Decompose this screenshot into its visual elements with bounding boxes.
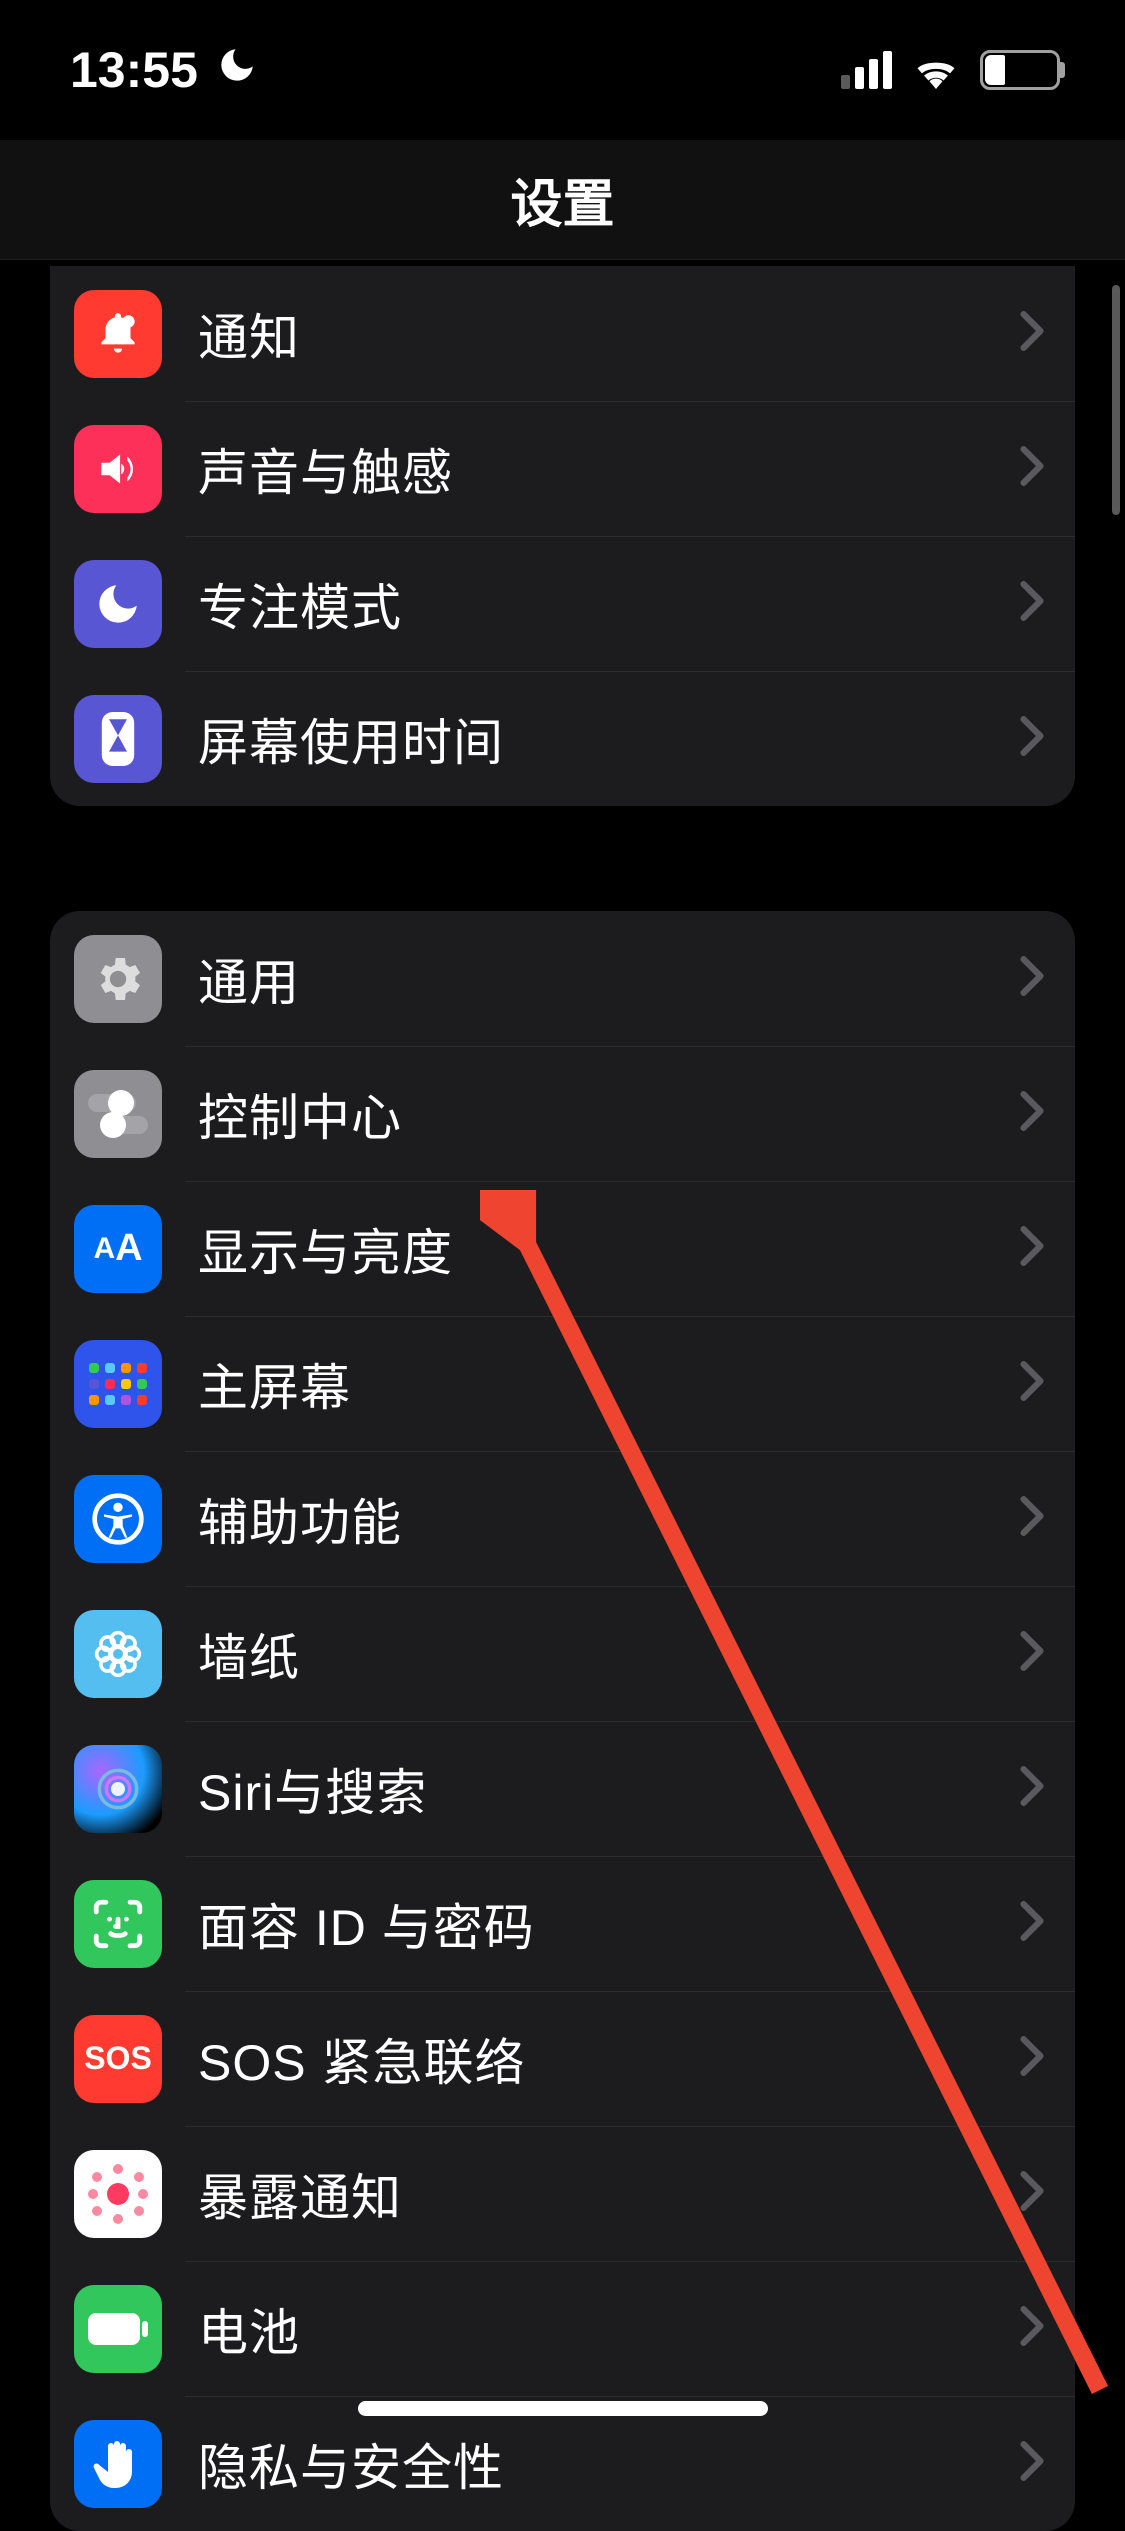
switches-icon (74, 1070, 162, 1158)
row-label: 隐私与安全性 (198, 2428, 1019, 2500)
gear-icon (74, 935, 162, 1023)
chevron-right-icon (1019, 1900, 1045, 1947)
page-title: 设置 (510, 162, 614, 237)
row-label: Siri与搜索 (198, 1753, 1019, 1825)
chevron-right-icon (1019, 310, 1045, 357)
battery-icon (74, 2285, 162, 2373)
chevron-right-icon (1019, 2305, 1045, 2352)
moon-icon (74, 560, 162, 648)
row-label: 辅助功能 (198, 1483, 1019, 1555)
row-label: 显示与亮度 (198, 1213, 1019, 1285)
hourglass-icon (74, 695, 162, 783)
accessibility-icon (74, 1475, 162, 1563)
chevron-right-icon (1019, 2440, 1045, 2487)
battery-indicator: 27 (980, 50, 1065, 90)
row-sounds-haptics[interactable]: 声音与触感 (50, 401, 1075, 536)
settings-group-notifications: 通知 声音与触感 专注模式 屏幕使用时间 (50, 266, 1075, 806)
dnd-moon-icon (216, 44, 258, 97)
row-label: 通知 (198, 298, 1019, 370)
row-label: 主屏幕 (198, 1348, 1019, 1420)
row-label: 控制中心 (198, 1078, 1019, 1150)
row-label: 面容 ID 与密码 (198, 1888, 1019, 1960)
apps-grid-icon (74, 1340, 162, 1428)
row-label: SOS 紧急联络 (198, 2023, 1019, 2095)
row-screen-time[interactable]: 屏幕使用时间 (50, 671, 1075, 806)
wifi-icon (910, 50, 962, 90)
row-focus[interactable]: 专注模式 (50, 536, 1075, 671)
row-privacy-security[interactable]: 隐私与安全性 (50, 2396, 1075, 2531)
row-exposure-notifications[interactable]: 暴露通知 (50, 2126, 1075, 2261)
row-label: 屏幕使用时间 (198, 703, 1019, 775)
row-label: 电池 (198, 2293, 1019, 2365)
chevron-right-icon (1019, 445, 1045, 492)
row-control-center[interactable]: 控制中心 (50, 1046, 1075, 1181)
speaker-icon (74, 425, 162, 513)
row-display-brightness[interactable]: AA 显示与亮度 (50, 1181, 1075, 1316)
flower-icon (74, 1610, 162, 1698)
chevron-right-icon (1019, 955, 1045, 1002)
aa-icon: AA (74, 1205, 162, 1293)
row-faceid-passcode[interactable]: 面容 ID 与密码 (50, 1856, 1075, 1991)
cellular-signal-icon (841, 51, 892, 89)
scroll-indicator[interactable] (1112, 285, 1120, 515)
chevron-right-icon (1019, 2035, 1045, 2082)
siri-icon (74, 1745, 162, 1833)
exposure-icon (74, 2150, 162, 2238)
row-home-screen[interactable]: 主屏幕 (50, 1316, 1075, 1451)
row-siri-search[interactable]: Siri与搜索 (50, 1721, 1075, 1856)
status-time: 13:55 (70, 41, 198, 99)
settings-group-general: 通用 控制中心 AA 显示与亮度 主屏幕 辅助功能 (50, 911, 1075, 2531)
chevron-right-icon (1019, 1765, 1045, 1812)
row-label: 声音与触感 (198, 433, 1019, 505)
row-general[interactable]: 通用 (50, 911, 1075, 1046)
nav-bar: 设置 (0, 140, 1125, 260)
faceid-icon (74, 1880, 162, 1968)
chevron-right-icon (1019, 715, 1045, 762)
chevron-right-icon (1019, 580, 1045, 627)
row-label: 通用 (198, 943, 1019, 1015)
row-accessibility[interactable]: 辅助功能 (50, 1451, 1075, 1586)
sos-icon: SOS (74, 2015, 162, 2103)
row-label: 墙纸 (198, 1618, 1019, 1690)
chevron-right-icon (1019, 1495, 1045, 1542)
battery-percent: 27 (1006, 55, 1035, 86)
chevron-right-icon (1019, 1630, 1045, 1677)
row-battery[interactable]: 电池 (50, 2261, 1075, 2396)
status-left: 13:55 (70, 41, 258, 99)
row-label: 专注模式 (198, 568, 1019, 640)
chevron-right-icon (1019, 1225, 1045, 1272)
bell-icon (74, 290, 162, 378)
chevron-right-icon (1019, 2170, 1045, 2217)
row-notifications[interactable]: 通知 (50, 266, 1075, 401)
chevron-right-icon (1019, 1360, 1045, 1407)
row-sos[interactable]: SOS SOS 紧急联络 (50, 1991, 1075, 2126)
hand-icon (74, 2420, 162, 2508)
row-label: 暴露通知 (198, 2158, 1019, 2230)
status-bar: 13:55 27 (0, 0, 1125, 140)
status-right: 27 (841, 50, 1065, 90)
home-indicator[interactable] (358, 2401, 768, 2416)
settings-content: 通知 声音与触感 专注模式 屏幕使用时间 (0, 266, 1125, 2531)
chevron-right-icon (1019, 1090, 1045, 1137)
row-wallpaper[interactable]: 墙纸 (50, 1586, 1075, 1721)
